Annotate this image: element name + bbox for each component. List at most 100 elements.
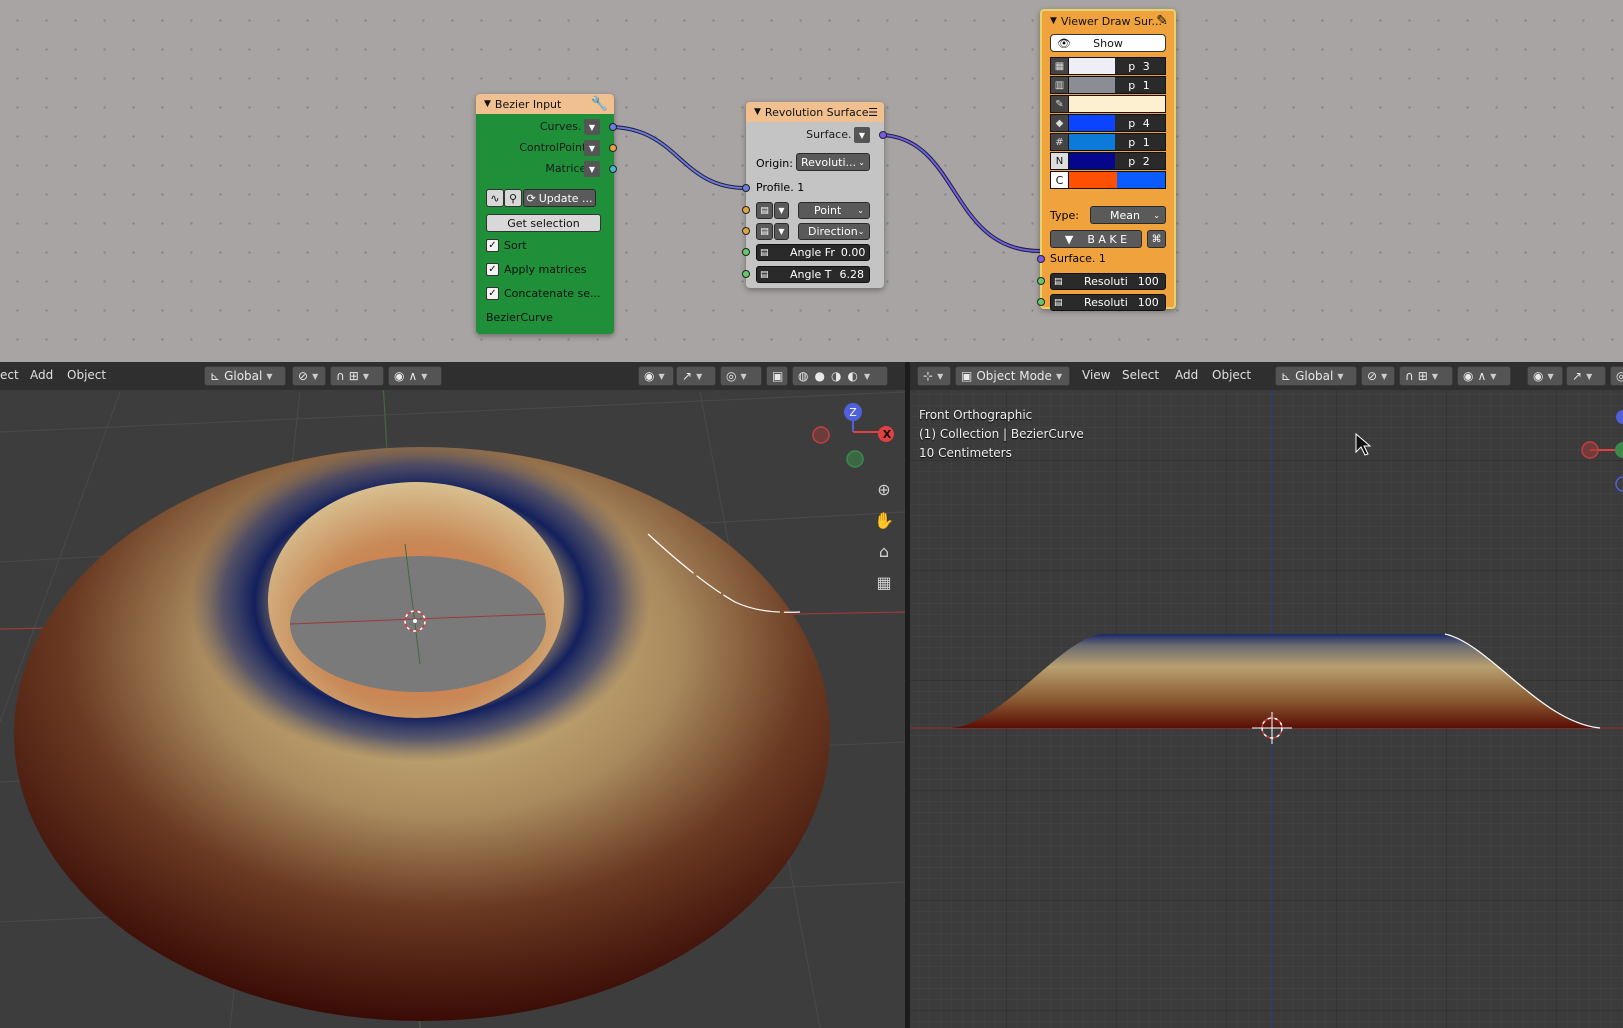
checkbox-icon[interactable]: ✓	[486, 239, 499, 252]
socket-curves[interactable]	[609, 123, 617, 131]
collapse-chevron-icon[interactable]: ▼	[754, 107, 761, 117]
socket-profile[interactable]	[742, 184, 750, 192]
checkbox-icon[interactable]: ✓	[486, 287, 499, 300]
proportional-edit-select[interactable]: ◉ ∧ ▼	[388, 366, 442, 386]
socket-resolution-u[interactable]	[1037, 277, 1045, 285]
menu-object[interactable]: Object	[67, 368, 106, 382]
object-icon[interactable]: ⚲	[504, 189, 522, 207]
color-swatch[interactable]	[1069, 115, 1115, 131]
color-swatch[interactable]	[1069, 153, 1115, 169]
revolution-surface-header[interactable]: ▼ Revolution Surface ☰	[746, 102, 884, 122]
row-value[interactable]: p 2	[1115, 153, 1165, 169]
concatenate-checkbox[interactable]: ✓ Concatenate se...	[486, 287, 601, 300]
surface-dropdown[interactable]: ▼	[854, 127, 870, 143]
shading-mode-group[interactable]: ◍ ● ◑ ◐ ▼	[792, 366, 888, 386]
pivot-point-select[interactable]: ⊘ ▼	[1361, 366, 1395, 386]
origin-select[interactable]: Revoluti... ⌄	[796, 153, 870, 171]
revolution-surface-node[interactable]: ▼ Revolution Surface ☰ Surface. 1 ▼ Orig…	[742, 102, 887, 288]
hand-pan-icon[interactable]: ✋	[872, 508, 896, 532]
menu-add[interactable]: Add	[1175, 368, 1198, 382]
material-shading-icon[interactable]: ◑	[831, 369, 841, 383]
color-swatch[interactable]	[1069, 77, 1115, 93]
transform-orientation-select[interactable]: ⊾ Global ▼	[204, 366, 286, 386]
wrench-icon[interactable]: 🔧	[591, 96, 608, 112]
normal-icon[interactable]: N	[1051, 153, 1069, 169]
checkbox-icon[interactable]: ✓	[486, 263, 499, 276]
socket-angle-from[interactable]	[742, 248, 750, 256]
curves-dropdown[interactable]: ▼	[584, 119, 600, 135]
camera-icon[interactable]: ⌂	[872, 539, 896, 563]
update-button[interactable]: ⟳ Update ...	[523, 189, 596, 207]
perspective-scene[interactable]: Z X	[0, 362, 905, 1028]
socket-direction[interactable]	[742, 227, 750, 235]
bezier-input-header[interactable]: ▼ Bezier Input 🔧	[476, 94, 614, 114]
editor-type-select[interactable]: ⊹ ▼	[917, 366, 951, 386]
row-value[interactable]: p 3	[1115, 58, 1165, 74]
apply-matrices-checkbox[interactable]: ✓ Apply matrices	[486, 263, 586, 276]
color-letter-icon[interactable]: C	[1051, 172, 1069, 188]
menu-object[interactable]: Object	[1212, 368, 1251, 382]
color-swatch[interactable]	[1069, 58, 1115, 74]
solid-shading-icon[interactable]: ●	[814, 369, 824, 383]
curve-icon[interactable]: ∿	[486, 189, 504, 207]
vector-icon[interactable]: ▤	[756, 223, 773, 240]
right-3d-viewport[interactable]: Front Orthographic (1) Collection | Bezi…	[910, 362, 1623, 1028]
xray-toggle[interactable]: ▣	[766, 366, 788, 386]
row-value[interactable]: p 1	[1115, 77, 1165, 93]
color-swatch[interactable]	[1069, 172, 1117, 188]
color-row[interactable]: ✎	[1050, 95, 1166, 113]
point-dropdown-arrow[interactable]: ▼	[774, 202, 789, 219]
node-editor[interactable]: ▼ Bezier Input 🔧 Curves. 1 ▼ ControlPoin…	[0, 0, 1623, 362]
matrices-dropdown[interactable]: ▼	[584, 161, 600, 177]
color-row[interactable]: ◆ p 4	[1050, 114, 1166, 132]
color-row[interactable]: # p 1	[1050, 133, 1166, 151]
navigation-gizmo[interactable]: Z X	[812, 403, 894, 468]
resolution-u-field[interactable]: ▤ Resoluti 100	[1050, 273, 1166, 290]
viewer-draw-header[interactable]: ▼ Viewer Draw Sur... ✎	[1042, 11, 1174, 31]
pencil-icon[interactable]: ✎	[1156, 13, 1168, 29]
wireframe-shading-icon[interactable]: ◍	[798, 369, 808, 383]
brush-icon[interactable]: ✎	[1051, 96, 1069, 112]
direction-select[interactable]: Direction ⌄	[798, 223, 870, 240]
socket-controlpoints[interactable]	[609, 144, 617, 152]
resolution-v-field[interactable]: ▤ Resoluti 100	[1050, 294, 1166, 311]
visibility-select[interactable]: ◉ ▼	[1527, 366, 1563, 386]
visibility-select[interactable]: ◉ ▼	[638, 366, 674, 386]
vector-icon[interactable]: ▤	[756, 202, 773, 219]
menu-select[interactable]: Select	[1122, 368, 1159, 382]
edge-icon[interactable]: #	[1051, 134, 1069, 150]
grid-view-icon[interactable]: ▦	[872, 570, 896, 594]
rendered-shading-icon[interactable]: ◐	[847, 369, 857, 383]
overlay-toggle[interactable]: ◎	[1610, 366, 1623, 386]
viewer-draw-surface-node[interactable]: ▼ Viewer Draw Sur... ✎ 👁 Show ▦ p 3 ▥ p 1 ✎ ◆…	[1037, 9, 1176, 311]
pivot-point-select[interactable]: ⊘ ▼	[292, 366, 326, 386]
zoom-icon[interactable]: ⊕	[872, 477, 896, 501]
color-swatch[interactable]	[1117, 172, 1165, 188]
menu-object-truncated[interactable]: ect	[0, 368, 19, 382]
object-mode-select[interactable]: ▣ Object Mode ▼	[955, 366, 1070, 386]
menu-view[interactable]: View	[1082, 368, 1110, 382]
socket-surface-in[interactable]	[1037, 255, 1045, 263]
left-3d-viewport[interactable]: Z X ⊕ ✋ ⌂ ▦ ect Add Object ⊾ Global ▼ ⊘ ▼…	[0, 362, 905, 1028]
row-value[interactable]: p 4	[1115, 115, 1165, 131]
sort-checkbox[interactable]: ✓ Sort	[486, 239, 527, 252]
show-toggle[interactable]: 👁 Show	[1050, 34, 1166, 52]
angle-to-field[interactable]: ▤ Angle T 6.28	[756, 266, 870, 283]
color-row[interactable]: Np 2	[1050, 152, 1166, 170]
proportional-edit-select[interactable]: ◉ ∧ ▼	[1457, 366, 1511, 386]
get-selection-button[interactable]: Get selection	[486, 214, 601, 232]
socket-matrices[interactable]	[609, 165, 617, 173]
color-row[interactable]: ▦ p 3	[1050, 57, 1166, 75]
snap-select[interactable]: ∩ ⊞ ▼	[330, 366, 384, 386]
color-swatch[interactable]	[1068, 96, 1165, 112]
socket-resolution-v[interactable]	[1037, 298, 1045, 306]
gizmo-toggle[interactable]: ↗ ▼	[1566, 366, 1606, 386]
bake-options-icon[interactable]: ⌘	[1147, 230, 1166, 248]
color-pair-row[interactable]: C	[1050, 171, 1166, 189]
vertex-icon[interactable]: ◆	[1051, 115, 1069, 131]
bezier-input-node[interactable]: ▼ Bezier Input 🔧 Curves. 1 ▼ ControlPoin…	[476, 94, 617, 334]
color-swatch[interactable]	[1069, 134, 1115, 150]
controlpoints-dropdown[interactable]: ▼	[584, 140, 600, 156]
grid-icon[interactable]: ▥	[1051, 77, 1069, 93]
grid-icon[interactable]: ▦	[1051, 58, 1069, 74]
